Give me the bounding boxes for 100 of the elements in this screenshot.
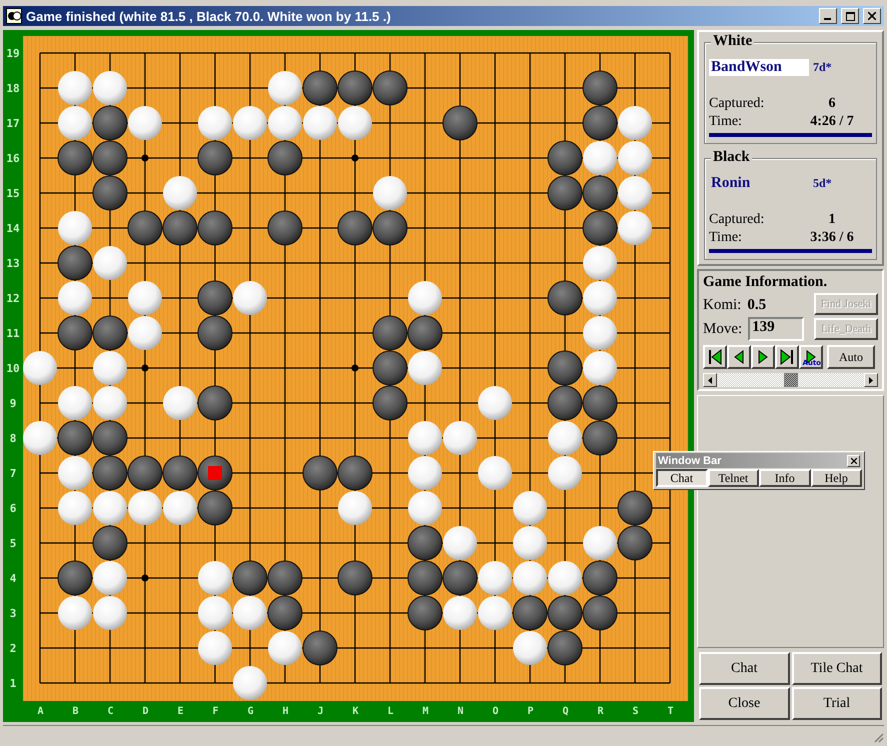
go-stone — [93, 246, 127, 280]
go-stone — [58, 246, 92, 281]
go-stone — [372, 350, 408, 386]
star-point — [142, 364, 148, 372]
go-stone — [478, 596, 512, 630]
window-bar-tab[interactable]: Help — [810, 469, 862, 487]
go-stone — [582, 596, 618, 631]
player-name: Ronin — [710, 174, 752, 192]
go-stone — [58, 106, 92, 140]
column-label: R — [596, 705, 605, 720]
time-value: 3:36 / 6 — [809, 229, 855, 248]
go-stone — [128, 210, 162, 246]
left-arrow-icon — [708, 376, 712, 384]
go-stone — [338, 456, 372, 491]
go-stone — [338, 106, 372, 140]
column-label: K — [351, 705, 360, 720]
go-stone — [162, 456, 198, 491]
komi-label: Komi: — [703, 296, 742, 314]
komi-value: 0.5 — [747, 296, 766, 314]
go-stone — [583, 526, 617, 560]
close-button[interactable] — [863, 8, 881, 24]
star-point — [352, 154, 358, 162]
go-stone — [128, 106, 162, 140]
go-stone — [23, 421, 57, 456]
prev-button[interactable] — [727, 345, 751, 370]
panel-button[interactable]: Trial — [792, 687, 882, 720]
window-bar-tab[interactable]: Chat — [656, 469, 708, 487]
go-stone — [23, 351, 57, 386]
maximize-icon — [846, 12, 854, 21]
go-stone — [198, 386, 232, 421]
column-label: T — [666, 705, 675, 720]
go-stone — [92, 420, 128, 456]
column-label: H — [281, 705, 290, 720]
go-stone — [338, 210, 372, 246]
go-stone — [92, 106, 128, 141]
column-label: F — [211, 705, 220, 720]
column-label: A — [36, 705, 45, 720]
panel-button[interactable]: Chat — [699, 652, 790, 686]
row-label: 2 — [8, 641, 18, 658]
go-stone — [513, 491, 547, 526]
panel-button[interactable]: Close — [699, 687, 790, 720]
last-move-marker — [208, 466, 222, 480]
go-stone — [582, 70, 618, 106]
go-stone — [548, 456, 582, 490]
column-label: J — [316, 705, 325, 720]
window-bar-tab[interactable]: Telnet — [708, 469, 759, 487]
row-label: 11 — [5, 326, 21, 342]
go-stone — [408, 281, 442, 316]
go-stone — [408, 596, 442, 631]
go-stone — [58, 596, 92, 630]
scroll-left-button[interactable] — [703, 373, 717, 388]
first-button[interactable] — [703, 345, 727, 370]
close-icon — [850, 458, 856, 464]
go-stone — [92, 526, 128, 561]
game-info-heading: Game Information. — [703, 274, 828, 290]
go-stone — [198, 210, 232, 246]
go-stone — [582, 420, 618, 456]
window-bar-tab[interactable]: Info — [759, 469, 810, 487]
go-stone — [198, 596, 232, 630]
go-stone — [93, 561, 127, 596]
scroll-thumb[interactable] — [784, 373, 798, 388]
skip-to-start-icon — [707, 349, 723, 366]
go-stone — [92, 140, 128, 176]
go-stone — [302, 456, 338, 491]
row-label: 5 — [8, 536, 18, 552]
row-label: 7 — [8, 466, 18, 482]
row-label: 16 — [5, 151, 21, 168]
go-stone — [163, 176, 197, 210]
go-stone — [233, 666, 267, 700]
go-stone — [128, 281, 162, 316]
move-field[interactable]: 139 — [748, 317, 804, 342]
go-stone — [372, 386, 408, 421]
go-stone — [338, 491, 372, 526]
auto-button[interactable]: Auto — [827, 345, 875, 370]
row-label: 10 — [5, 361, 21, 378]
go-stone — [618, 490, 652, 526]
go-stone — [513, 631, 547, 666]
go-stone — [162, 210, 198, 246]
palette-close-button[interactable] — [847, 454, 860, 466]
go-stone — [408, 456, 442, 490]
go-stone — [233, 281, 267, 316]
captured-count: 6 — [828, 95, 836, 114]
star-point — [352, 364, 358, 372]
maximize-button[interactable] — [841, 8, 859, 24]
go-stone — [442, 560, 478, 596]
scroll-right-button[interactable] — [864, 373, 878, 388]
go-stone — [93, 386, 127, 420]
next-button[interactable] — [751, 345, 775, 370]
go-stone — [513, 561, 547, 596]
row-label: 14 — [5, 221, 21, 238]
go-stone — [548, 630, 582, 666]
go-stone — [268, 140, 302, 176]
move-scrollbar[interactable] — [703, 373, 878, 388]
go-stone — [128, 491, 162, 526]
go-stone — [128, 456, 162, 491]
minimize-button[interactable] — [819, 8, 837, 24]
go-stone — [583, 316, 617, 350]
last-button[interactable] — [775, 345, 799, 370]
column-label: M — [421, 705, 430, 720]
panel-button[interactable]: Tile Chat — [792, 652, 882, 686]
